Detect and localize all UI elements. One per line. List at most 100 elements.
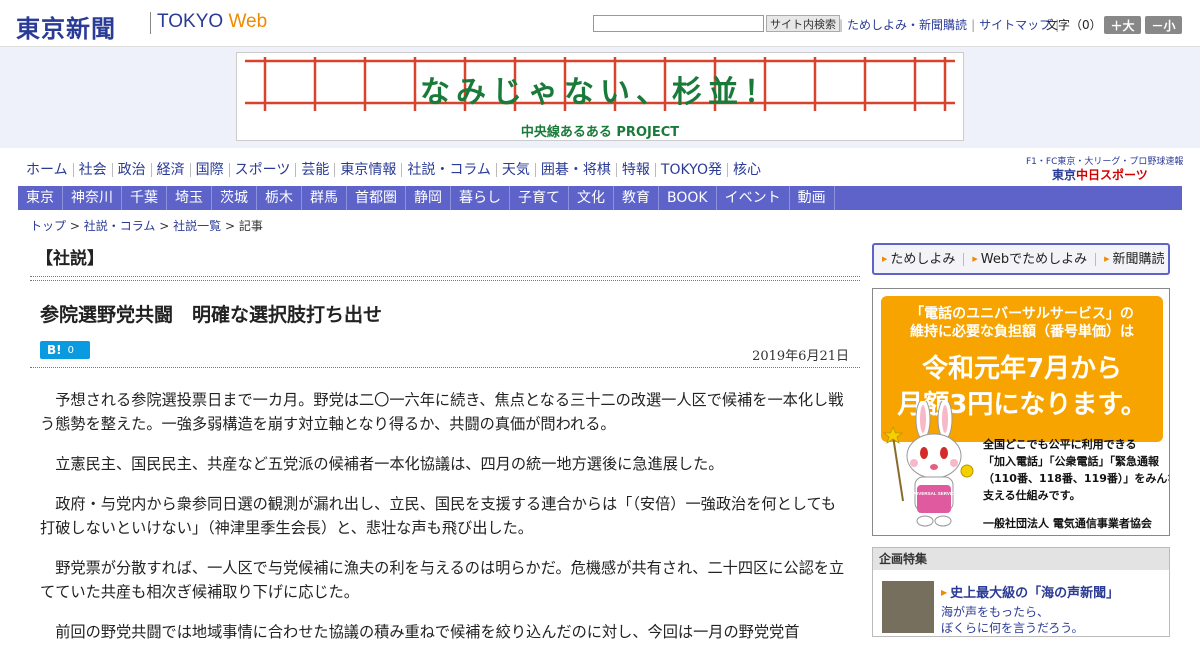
nav-living[interactable]: 暮らし [451, 186, 510, 210]
feature-desc-line: 海が声をもったら、 [941, 605, 1050, 619]
font-size-label: 文字（0） [1046, 18, 1102, 32]
header-links: | ためしよみ・新聞購読 | サイトマップ | [835, 16, 1063, 33]
nav-video[interactable]: 動画 [790, 186, 835, 210]
article-paragraph: 野党票が分散すれば、一人区で与党候補に漁夫の利を与えるのは明らかだ。危機感が共有… [40, 559, 845, 601]
nav-region-kanagawa[interactable]: 神奈川 [63, 186, 122, 210]
nav-entertainment[interactable]: 芸能 [295, 163, 334, 177]
article-paragraph: 予想される参院選投票日まで一カ月。野党は二〇一六年に続き、焦点となる三十二の改選… [40, 391, 844, 433]
breadcrumb-editorial-column[interactable]: 社説・コラム [84, 219, 156, 233]
banner-title: なみじゃない、杉並！ [420, 75, 780, 110]
hatena-label: B! [47, 343, 62, 357]
nav-go-shogi[interactable]: 囲碁・将棋 [534, 163, 616, 177]
nav-editorial-column[interactable]: 社説・コラム [401, 163, 496, 177]
logo-sub-web: Web [228, 11, 268, 32]
breadcrumb-sep: > [159, 219, 170, 233]
trial-subscribe-link[interactable]: ためしよみ・新聞購読 [847, 18, 967, 32]
nav-sports[interactable]: スポーツ [228, 163, 296, 177]
sports-logo-part-a: 東京 [1052, 168, 1077, 182]
ad-body-line: （110番、118番、119番）」をみんなで [983, 472, 1170, 485]
ad-body-line: 全国どこでも公平に利用できる [983, 438, 1137, 451]
logo-divider [150, 12, 151, 34]
nav-region-shizuoka[interactable]: 静岡 [406, 186, 451, 210]
logo-sub-text: TOKYO [157, 11, 229, 32]
nav-tokyo-info[interactable]: 東京情報 [334, 163, 401, 177]
site-logo-sub[interactable]: TOKYO Web [157, 11, 267, 33]
nav-education[interactable]: 教育 [614, 186, 659, 210]
site-logo[interactable]: 東京新聞 [16, 9, 116, 44]
nav-region-saitama[interactable]: 埼玉 [167, 186, 212, 210]
nav-region-chiba[interactable]: 千葉 [122, 186, 167, 210]
article-body: 予想される参院選投票日まで一カ月。野党は二〇一六年に続き、焦点となる三十二の改選… [40, 388, 848, 660]
chunichi-sports-logo[interactable]: 東京中日スポーツ [1052, 166, 1148, 183]
nav-book[interactable]: BOOK [659, 186, 717, 210]
rabbit-mascot-icon: UNIVERSAL SERVICE [882, 401, 974, 527]
nav-home[interactable]: ホーム [22, 163, 73, 177]
headline-divider [30, 367, 860, 368]
ad-organization: 一般社団法人 電気通信事業者協会 [983, 517, 1152, 530]
article-paragraph: 前回の野党共闘では地域事情に合わせた協議の積み重ねで候補を絞り込んだのに対し、今… [55, 623, 800, 641]
nav-tokyo-hatsu[interactable]: TOKYO発 [654, 163, 727, 177]
nav-international[interactable]: 国際 [189, 163, 229, 177]
section-divider [30, 276, 860, 281]
ad-line-1: 「電話のユニバーサルサービス」の [910, 306, 1134, 322]
feature-desc-line: ぼくらに何を言うだろう。 [941, 621, 1084, 635]
ad-body-line: 「加入電話」「公衆電話」「緊急通報 [983, 455, 1159, 468]
nav-economy[interactable]: 経済 [150, 163, 190, 177]
ad-line-2: 維持に必要な負担額（番号単価）は [910, 324, 1134, 340]
site-header: 東京新聞 TOKYO Web サイト内検索 | ためしよみ・新聞購読 | サイトマップ… [0, 0, 1200, 47]
feature-thumbnail[interactable] [882, 581, 934, 633]
ad-line-3: 令和元年7月から [921, 354, 1123, 384]
breadcrumb-sep: > [224, 219, 235, 233]
sports-logo-part-b: 中日スポーツ [1076, 168, 1148, 182]
bunny-badge-text: UNIVERSAL SERVICE [911, 491, 958, 496]
nav-weather[interactable]: 天気 [495, 163, 535, 177]
nav-parenting[interactable]: 子育て [510, 186, 569, 210]
nav-society[interactable]: 社会 [72, 163, 112, 177]
nav-region-gunma[interactable]: 群馬 [302, 186, 347, 210]
feature-header: 企画特集 [873, 548, 1169, 570]
nav-region-tokyo[interactable]: 東京 [18, 186, 63, 210]
nav-special-report[interactable]: 特報 [615, 163, 655, 177]
nav-events[interactable]: イベント [717, 186, 790, 210]
feature-title-link[interactable]: 史上最大級の「海の声新聞」 [941, 582, 1119, 601]
article-paragraph: 立憲民主、国民民主、共産など五党派の候補者一本化協議は、四月の統一地方選後に急進… [55, 455, 724, 473]
feature-panel: 企画特集 史上最大級の「海の声新聞」 海が声をもったら、 ぼくらに何を言うだろう… [872, 547, 1170, 637]
nav-kakushin[interactable]: 核心 [726, 163, 766, 177]
search-button[interactable]: サイト内検索 [766, 15, 840, 32]
breadcrumb: トップ > 社説・コラム > 社説一覧 > 記事 [30, 217, 263, 234]
campaign-banner[interactable]: なみじゃない、杉並！ 中央線あるある PROJECT [236, 52, 964, 141]
breadcrumb-sep: > [69, 219, 80, 233]
hatena-count: 0 [67, 344, 74, 356]
sitemap-link[interactable]: サイトマップ [979, 18, 1051, 32]
breadcrumb-editorial-list[interactable]: 社説一覧 [173, 219, 221, 233]
hatena-bookmark-button[interactable]: B! 0 [40, 341, 90, 359]
ad-body-text: 全国どこでも公平に利用できる 「加入電話」「公衆電話」「緊急通報 （110番、1… [983, 436, 1170, 504]
search-input[interactable] [593, 15, 764, 32]
font-smaller-button[interactable]: －小 [1145, 16, 1182, 34]
font-bigger-button[interactable]: ＋大 [1104, 16, 1141, 34]
trial-read-link[interactable]: ためしよみ [874, 253, 963, 266]
section-title: 【社説】 [36, 249, 104, 269]
article-paragraph: 政府・与党内から衆参同日選の観測が漏れ出し、立民、国民を支援する連合からは「（安… [40, 495, 837, 537]
nav-region-metro[interactable]: 首都圏 [347, 186, 406, 210]
web-trial-read-link[interactable]: Webでためしよみ [963, 252, 1095, 266]
link-separator: | [839, 18, 844, 32]
universal-service-ad[interactable]: 「電話のユニバーサルサービス」の 維持に必要な負担額（番号単価）は 令和元年7月… [872, 288, 1170, 536]
link-separator: | [971, 18, 976, 32]
banner-area: なみじゃない、杉並！ 中央線あるある PROJECT [0, 47, 1200, 148]
nav-culture[interactable]: 文化 [569, 186, 614, 210]
feature-description: 海が声をもったら、 ぼくらに何を言うだろう。 [941, 604, 1084, 636]
breadcrumb-current: 記事 [238, 219, 263, 233]
article-headline: 参院選野党共闘 明確な選択肢打ち出せ [40, 304, 383, 326]
subscribe-link[interactable]: 新聞購読 [1095, 252, 1172, 266]
breadcrumb-top[interactable]: トップ [30, 219, 66, 233]
subscribe-tabs: ためしよみ Webでためしよみ 新聞購読 [872, 243, 1170, 275]
nav-region-ibaraki[interactable]: 茨城 [212, 186, 257, 210]
banner-subtitle: 中央線あるある PROJECT [520, 125, 680, 140]
article-date: 2019年6月21日 [752, 349, 849, 364]
regional-nav: 東京 神奈川 千葉 埼玉 茨城 栃木 群馬 首都圏 静岡 暮らし 子育て 文化 … [18, 186, 1182, 210]
nav-region-tochigi[interactable]: 栃木 [257, 186, 302, 210]
nav-politics[interactable]: 政治 [111, 163, 151, 177]
primary-nav: ホーム 社会 政治 経済 国際 スポーツ 芸能 東京情報 社説・コラム 天気 囲… [22, 160, 766, 180]
ad-body-line: 支える仕組みです。 [983, 489, 1081, 502]
